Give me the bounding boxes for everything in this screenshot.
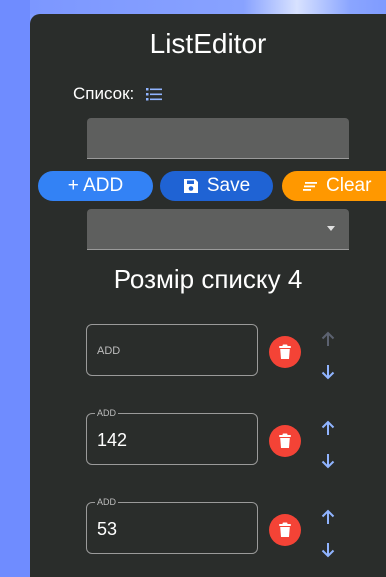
list-label-row: Список:: [73, 84, 164, 104]
item-input[interactable]: ADD 142: [86, 408, 258, 465]
arrow-down-icon[interactable]: [319, 452, 337, 470]
list-editor-panel: ListEditor Список: + ADD Save Clear Розм…: [30, 14, 386, 577]
list-select[interactable]: [87, 209, 349, 250]
arrow-up-icon[interactable]: [319, 508, 337, 526]
delete-button[interactable]: [269, 514, 301, 546]
trash-icon: [279, 522, 291, 537]
add-button-label: + ADD: [67, 175, 124, 196]
list-icon: [144, 84, 164, 104]
list-item: ADD: [86, 324, 386, 384]
save-icon: [183, 178, 199, 194]
background-left: [0, 0, 30, 577]
background-top: [30, 0, 386, 14]
app-title: ListEditor: [149, 28, 267, 59]
item-value: 53: [97, 519, 118, 539]
item-value: 142: [97, 430, 128, 450]
arrow-down-icon[interactable]: [319, 363, 337, 381]
item-input[interactable]: ADD: [86, 324, 258, 376]
clear-button-label: Clear: [326, 175, 372, 196]
list-size-text: Розмір списку 4: [113, 264, 303, 294]
save-button-label: Save: [206, 175, 251, 196]
arrow-down-icon[interactable]: [319, 541, 337, 559]
item-placeholder: ADD: [97, 345, 121, 357]
delete-button[interactable]: [269, 425, 301, 457]
list-input[interactable]: [87, 118, 349, 159]
arrow-up-icon[interactable]: [319, 419, 337, 437]
item-floating-label: ADD: [95, 497, 119, 507]
list-item: ADD 142: [86, 408, 386, 473]
arrow-up-icon[interactable]: [319, 330, 337, 348]
trash-icon: [279, 433, 291, 448]
list-label: Список:: [73, 84, 135, 103]
delete-button[interactable]: [269, 336, 301, 368]
clear-button[interactable]: Clear: [282, 171, 386, 201]
list-item: ADD 53: [86, 497, 386, 562]
clear-lines-icon: [302, 178, 318, 194]
add-button[interactable]: + ADD: [38, 171, 153, 201]
chevron-down-icon[interactable]: [327, 226, 335, 231]
item-input[interactable]: ADD 53: [86, 497, 258, 554]
item-floating-label: ADD: [95, 408, 119, 418]
save-button[interactable]: Save: [160, 171, 273, 201]
trash-icon: [279, 344, 291, 359]
